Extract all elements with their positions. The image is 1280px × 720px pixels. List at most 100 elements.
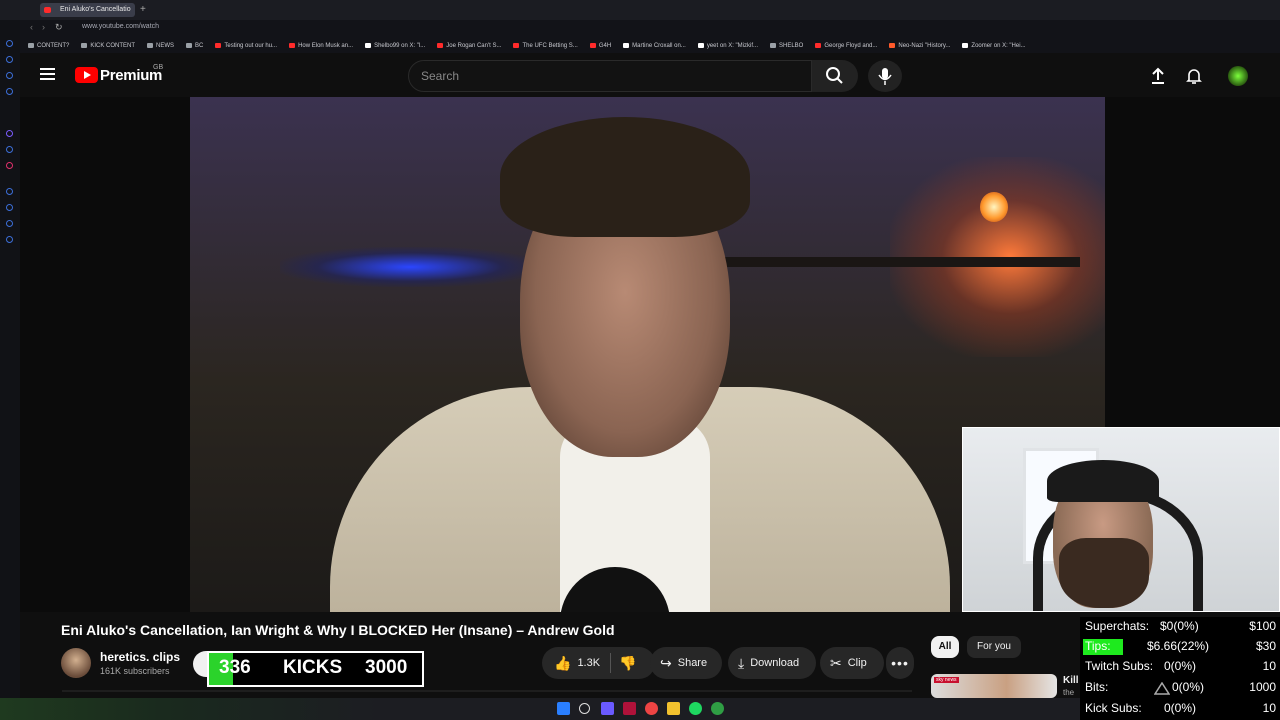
search-input[interactable]: Search xyxy=(408,60,812,92)
download-label: Download xyxy=(750,657,800,669)
twitch-icon[interactable] xyxy=(6,130,13,137)
bookmark-item[interactable]: Joe Rogan Can't S... xyxy=(437,43,501,49)
bookmark-item[interactable]: The UFC Betting S... xyxy=(513,43,578,49)
bookmark-label: SHELBO xyxy=(779,42,804,49)
stat-value: $6.66(22%) xyxy=(1147,639,1210,653)
sidebar-icon[interactable] xyxy=(6,88,13,95)
play-logo-icon xyxy=(84,71,91,79)
sidebar-icon[interactable] xyxy=(6,56,13,63)
bookmark-item[interactable]: CONTENT? xyxy=(28,43,69,49)
download-icon: ⤓ xyxy=(738,654,745,671)
bookmark-item[interactable]: yeet on X: "Mizkif... xyxy=(697,43,758,49)
bookmark-item[interactable]: SHELBO xyxy=(770,43,803,49)
blue-light-glow xyxy=(280,247,540,287)
bookmark-label: Zoomer on X: "Hei... xyxy=(971,42,1026,49)
webcam-beard xyxy=(1059,538,1149,608)
stream-goals-panel: Superchats: $0(0%) $100 Tips: $6.66(22%)… xyxy=(1080,617,1280,720)
bookmark-item[interactable]: Martine Croxall on... xyxy=(623,43,686,49)
more-dots-icon: ••• xyxy=(891,655,909,671)
new-tab-icon[interactable]: + xyxy=(140,4,146,15)
sidebar-icon[interactable] xyxy=(6,72,13,79)
bookmark-item[interactable]: Neo-Nazi "History... xyxy=(889,43,950,49)
lamp-icon xyxy=(980,192,1008,222)
search-button[interactable] xyxy=(812,60,858,92)
forward-icon[interactable]: › xyxy=(42,22,45,32)
url-text[interactable]: www.youtube.com/watch xyxy=(82,23,159,30)
bookmark-item[interactable]: G4H xyxy=(589,43,611,49)
bookmark-label: CONTENT? xyxy=(37,42,70,49)
bookmark-item[interactable]: George Floyd and... xyxy=(815,43,877,49)
opera-gx-icon[interactable] xyxy=(623,702,636,715)
settings-icon[interactable] xyxy=(6,236,13,243)
reload-icon[interactable]: ↻ xyxy=(55,22,63,33)
search-icon xyxy=(826,67,843,84)
bookmark-item[interactable]: Testing out our hu... xyxy=(215,43,277,49)
address-bar[interactable] xyxy=(0,20,1280,38)
stat-goal: 10 xyxy=(1262,701,1276,715)
browser-tab[interactable]: Eni Aluko's Cancellatio xyxy=(40,3,135,17)
bookmark-item[interactable]: BC xyxy=(186,43,203,49)
stat-label: Twitch Subs: xyxy=(1085,659,1154,673)
instagram-icon[interactable] xyxy=(6,162,13,169)
bookmark-favicon-icon xyxy=(770,43,776,48)
bookmark-label: NEWS xyxy=(156,42,175,49)
background-shelf xyxy=(710,257,1080,267)
spotify-icon[interactable] xyxy=(689,702,702,715)
sidebar-icon[interactable] xyxy=(6,188,13,195)
bookmark-favicon-icon xyxy=(437,43,444,48)
speaker-hair xyxy=(500,117,750,237)
chip-for-you[interactable]: For you xyxy=(967,636,1021,658)
bookmark-favicon-icon xyxy=(589,43,596,48)
recommended-video-title-line2[interactable]: the xyxy=(1063,688,1074,697)
search-icon[interactable] xyxy=(579,703,590,714)
share-label: Share xyxy=(677,657,708,669)
bookmark-favicon-icon xyxy=(186,43,193,48)
bits-triangle-icon xyxy=(1154,682,1170,695)
bookmark-item[interactable]: Shelbo99 on X: "l... xyxy=(365,43,425,49)
history-icon[interactable] xyxy=(6,204,13,211)
chrome-icon[interactable] xyxy=(645,702,658,715)
bookmark-item[interactable]: NEWS xyxy=(147,43,174,49)
sidebar-icon[interactable] xyxy=(6,40,13,47)
stat-row-kick-subs: Kick Subs: 0(0%) 10 xyxy=(1080,699,1280,719)
bookmark-item[interactable]: How Elon Musk an... xyxy=(289,43,353,49)
bookmark-item[interactable]: Zoomer on X: "Hei... xyxy=(962,42,1026,49)
chip-all[interactable]: All xyxy=(931,636,959,658)
player-letterbox-right xyxy=(1105,97,1280,427)
windows-start-icon[interactable] xyxy=(557,702,570,715)
stat-value: 0(0%) xyxy=(1164,701,1197,715)
sidebar-icon[interactable] xyxy=(6,220,13,227)
messenger-icon[interactable] xyxy=(6,146,13,153)
region-code: GB xyxy=(153,64,164,71)
upload-icon[interactable] xyxy=(1148,66,1168,86)
bookmark-item[interactable]: KICK CONTENT xyxy=(81,43,135,49)
download-button[interactable]: ⤓ Download xyxy=(728,647,816,679)
account-avatar[interactable] xyxy=(1228,66,1248,86)
kicks-current: 336 xyxy=(219,657,251,678)
file-explorer-icon[interactable] xyxy=(667,702,680,715)
bookmark-favicon-icon xyxy=(215,43,222,48)
thumbs-down-icon[interactable]: 👎 xyxy=(619,655,636,672)
bookmark-favicon-icon xyxy=(289,43,296,48)
more-actions-button[interactable]: ••• xyxy=(886,647,914,679)
voice-search-button[interactable] xyxy=(868,60,902,92)
discord-icon[interactable] xyxy=(601,702,614,715)
streamer-webcam xyxy=(962,427,1280,612)
notifications-bell-icon[interactable] xyxy=(1184,66,1204,86)
hamburger-menu-icon[interactable] xyxy=(40,68,55,80)
stat-goal: $30 xyxy=(1255,639,1276,653)
divider xyxy=(610,653,612,673)
thumbs-up-icon[interactable]: 👍 xyxy=(554,655,571,672)
stat-value: 0(0%) xyxy=(1172,680,1205,694)
clip-button[interactable]: ✂ Clip xyxy=(820,647,884,679)
like-count[interactable]: 1.3K xyxy=(577,657,600,669)
channel-name[interactable]: heretics. clips xyxy=(100,650,180,664)
channel-avatar[interactable] xyxy=(61,648,91,678)
back-icon[interactable]: ‹ xyxy=(30,22,33,32)
stat-value: 0(0%) xyxy=(1164,659,1197,673)
bookmark-label: Joe Rogan Can't S... xyxy=(446,42,502,49)
recommended-video-title[interactable]: Kill xyxy=(1063,675,1079,686)
share-button[interactable]: ↪ Share xyxy=(650,647,722,679)
xbox-icon[interactable] xyxy=(711,702,724,715)
stat-value: $0(0%) xyxy=(1160,619,1199,633)
